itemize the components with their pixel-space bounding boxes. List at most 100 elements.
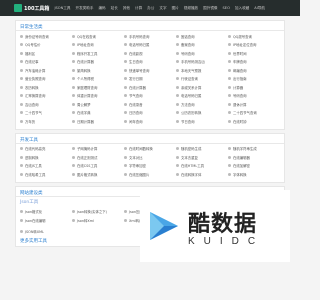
tool-link[interactable]: QQ在线查询 <box>72 32 124 41</box>
tool-link[interactable]: 手机号码测吉凶 <box>176 58 228 67</box>
tool-link[interactable]: 车牌查询 <box>228 58 280 67</box>
tool-link[interactable]: 在线正则测试 <box>72 153 124 162</box>
nav-item-office[interactable]: 办公 <box>147 6 154 11</box>
tool-link[interactable]: 文本去重复 <box>176 153 228 162</box>
tool-link[interactable]: 在线影视 <box>124 49 176 58</box>
tool-link[interactable]: 在线代码高亮 <box>20 145 72 154</box>
site-logo[interactable]: 100工具箱 <box>14 4 49 12</box>
tool-link[interactable]: 固话查询 <box>176 32 228 41</box>
bullet-icon <box>20 60 23 64</box>
tool-link[interactable]: 在线字典 <box>72 109 124 118</box>
nav-item-image[interactable]: 图片 <box>172 6 179 11</box>
tool-link[interactable]: 备案查询 <box>176 41 228 50</box>
tool-link[interactable]: 二十四节气 <box>20 109 72 118</box>
nav-item-bookmark[interactable]: 加入收藏 <box>235 6 249 11</box>
tool-link[interactable]: 手机号码查询 <box>124 32 176 41</box>
tool-link[interactable]: 进制转换 <box>20 153 72 162</box>
tool-link[interactable]: 退休计算 <box>228 100 280 109</box>
tool-link[interactable]: 生日查询 <box>124 58 176 67</box>
tool-link[interactable]: 电话号码归属 <box>176 92 228 101</box>
tool-link[interactable]: 公历农历转换 <box>176 109 228 118</box>
tool-link[interactable]: 随机密码生成 <box>176 145 228 154</box>
tool-link[interactable]: 图片格式转换 <box>72 170 124 179</box>
tool-link[interactable]: 行驶证查询 <box>176 75 228 84</box>
tool-link[interactable]: 身份证号码查询 <box>20 32 72 41</box>
tool-link[interactable]: 吉凶查询 <box>20 100 72 109</box>
tool-link[interactable]: 福利区 <box>20 49 72 58</box>
tool-link[interactable]: 汇率换算查询 <box>20 92 72 101</box>
tool-link[interactable]: 在线编辑器 <box>228 153 280 162</box>
tool-link[interactable]: 日历查询 <box>124 109 176 118</box>
tool-link[interactable]: 在线计算器 <box>124 83 176 92</box>
tool-link[interactable]: 在线HTML工具 <box>176 162 228 171</box>
tool-link[interactable]: 家庭理财查询 <box>72 83 124 92</box>
tool-link[interactable]: 在线加解密 <box>228 162 280 171</box>
nav-item-encode[interactable]: 编码 <box>98 6 105 11</box>
tool-link[interactable]: 子网掩码计算 <box>72 145 124 154</box>
nav-item-json[interactable]: JSON工具 <box>54 6 70 11</box>
nav-item-calc[interactable]: 计算 <box>135 6 142 11</box>
tool-link[interactable]: 繁简转换 <box>72 66 124 75</box>
tool-link[interactable]: 计算器 <box>228 83 280 92</box>
tool-link[interactable]: Json在线编辑 <box>20 216 72 225</box>
tool-link[interactable]: 农历转换 <box>20 83 72 92</box>
tool-link[interactable]: 在线记事 <box>20 58 72 67</box>
tool-link[interactable]: 出行指南 <box>228 75 280 84</box>
tool-link[interactable]: 节气查询 <box>124 92 176 101</box>
nav-item-ai[interactable]: AI导航 <box>254 6 265 11</box>
tool-link[interactable]: 在线JS工具 <box>20 162 72 171</box>
tool-link[interactable]: 文本对比 <box>124 153 176 162</box>
tool-link[interactable]: IP地址查询 <box>72 41 124 50</box>
tool-link[interactable]: Json格式化 <box>20 208 72 217</box>
tool-link[interactable]: 闰年查询 <box>124 117 176 126</box>
nav-item-dev[interactable]: 开发类助手 <box>75 6 93 11</box>
tool-link[interactable]: 在线时钟 <box>228 117 280 126</box>
tool-link[interactable]: 体重计算查询 <box>72 92 124 101</box>
tool-link[interactable]: 在线转换字体 <box>176 170 228 179</box>
tool-link[interactable]: 营业执照查询 <box>20 75 72 84</box>
tool-link[interactable]: 日期计算器 <box>72 117 124 126</box>
tool-link[interactable]: 亲戚关系计算 <box>176 83 228 92</box>
tool-link[interactable]: 字体转换 <box>228 170 280 179</box>
tool-link[interactable]: 在线CSS工具 <box>72 162 124 171</box>
tool-link[interactable]: 邮编查询 <box>228 66 280 75</box>
tool-link[interactable]: 万年历 <box>20 117 72 126</box>
tool-link[interactable]: QQ号估价 <box>20 41 72 50</box>
nav-item-text[interactable]: 文字 <box>159 6 166 11</box>
nav-item-mirror[interactable]: 国外镜像 <box>203 6 217 11</box>
tool-link[interactable]: 快递单号查询 <box>124 66 176 75</box>
tool-link[interactable]: 程序开发工具 <box>72 49 124 58</box>
tool-link[interactable]: 在线录音 <box>124 100 176 109</box>
tool-link[interactable]: 汽车油耗计算 <box>20 66 72 75</box>
nav-item-other[interactable]: 其他 <box>123 6 130 11</box>
tool-link[interactable]: 在线时间戳转换 <box>124 145 176 154</box>
tool-link[interactable]: 随机字符串生成 <box>228 145 280 154</box>
tool-link[interactable]: 在线哈希工具 <box>20 170 72 179</box>
tool-link[interactable]: 本地天气预报 <box>176 66 228 75</box>
tool-link[interactable]: 号码查询 <box>176 49 228 58</box>
tool-link[interactable]: QQ靓号查询 <box>228 32 280 41</box>
tool-link[interactable]: 个人所得税 <box>72 75 124 84</box>
bullet-icon <box>20 119 23 123</box>
tool-link[interactable]: 号码查询 <box>228 92 280 101</box>
tool-link[interactable]: 世界时间 <box>228 49 280 58</box>
tool-link[interactable]: Json转换(实体之下) <box>72 208 124 217</box>
tool-link-label: 在线加解密 <box>233 164 250 169</box>
tool-link[interactable]: Json转Xml <box>72 216 124 225</box>
tool-link[interactable]: 电话号码归属 <box>124 41 176 50</box>
tool-link[interactable]: 发行日期 <box>124 75 176 84</box>
tool-link-label: 在线JS工具 <box>25 164 42 169</box>
tool-link[interactable]: 在线计算器 <box>72 58 124 67</box>
tool-link[interactable]: 节日查询 <box>176 117 228 126</box>
tool-link[interactable]: 二十四节气查询 <box>228 109 280 118</box>
tool-link[interactable]: 方法查询 <box>176 100 228 109</box>
nav-item-webmaster[interactable]: 站长 <box>111 6 118 11</box>
tool-link[interactable]: 在线压缩图片 <box>124 170 176 179</box>
nav-item-seo[interactable]: SEO <box>223 6 230 10</box>
tool-link[interactable]: 字符串加密 <box>124 162 176 171</box>
tool-link[interactable]: 周公解梦 <box>72 100 124 109</box>
bullet-icon <box>72 218 75 222</box>
tool-link-label: 营业执照查询 <box>25 77 46 82</box>
tool-link[interactable]: IP地址定位查询 <box>228 41 280 50</box>
nav-item-video[interactable]: 视频播放 <box>184 6 198 11</box>
